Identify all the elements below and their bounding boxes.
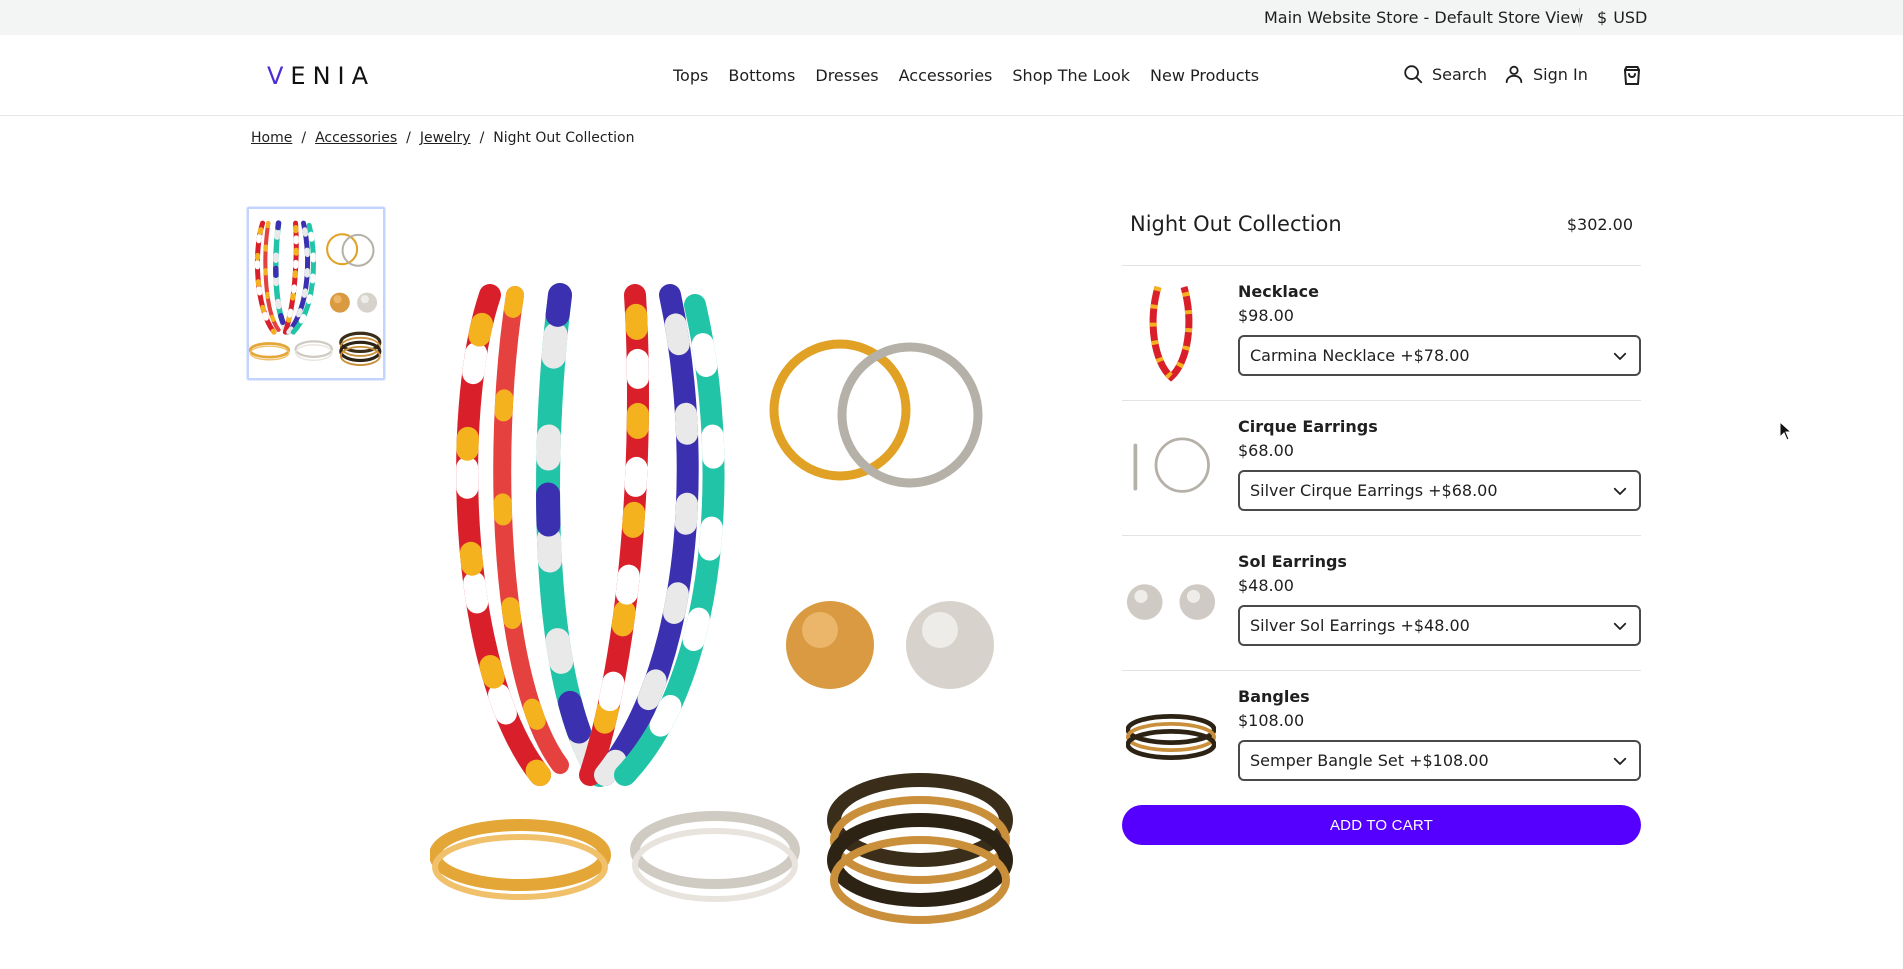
nav-item-dresses[interactable]: Dresses <box>815 66 878 85</box>
chevron-down-icon <box>1613 487 1627 495</box>
site-header: VENIA Tops Bottoms Dresses Accessories S… <box>0 35 1903 116</box>
currency-code: USD <box>1613 8 1648 27</box>
item-price: $108.00 <box>1238 711 1305 730</box>
chevron-down-icon <box>1613 622 1627 630</box>
breadcrumb-accessories[interactable]: Accessories <box>315 130 397 146</box>
nav-item-accessories[interactable]: Accessories <box>899 66 993 85</box>
nav-item-bottoms[interactable]: Bottoms <box>728 66 795 85</box>
breadcrumb-separator: / <box>301 130 307 146</box>
item-name: Cirque Earrings <box>1238 417 1378 436</box>
cirque-earrings-image <box>1126 417 1216 517</box>
cart-button[interactable] <box>1620 63 1644 91</box>
sol-earrings-option-select[interactable]: Silver Sol Earrings +$48.00 <box>1238 605 1641 646</box>
thumbnail-image <box>249 209 383 378</box>
venia-logo[interactable]: VENIA <box>267 62 375 90</box>
breadcrumb-separator: / <box>479 130 485 146</box>
search-icon <box>1404 65 1423 84</box>
bundle-item-cirque-earrings: Cirque Earrings $68.00 Silver Cirque Ear… <box>1122 401 1641 536</box>
nav-item-new-products[interactable]: New Products <box>1150 66 1259 85</box>
item-name: Necklace <box>1238 282 1319 301</box>
item-name: Bangles <box>1238 687 1310 706</box>
product-thumbnail[interactable] <box>247 207 385 380</box>
item-name: Sol Earrings <box>1238 552 1347 571</box>
bundle-item-necklace: Necklace $98.00 Carmina Necklace +$78.00 <box>1122 266 1641 401</box>
divider <box>1579 8 1580 27</box>
breadcrumb-separator: / <box>406 130 411 146</box>
add-to-cart-button[interactable]: ADD TO CART <box>1122 805 1641 845</box>
chevron-down-icon <box>1613 757 1627 765</box>
utility-bar: Main Website Store - Default Store View … <box>0 0 1903 35</box>
product-price: $302.00 <box>1566 215 1633 234</box>
bangles-option-select[interactable]: Semper Bangle Set +$108.00 <box>1238 740 1641 781</box>
sol-earrings-image <box>1126 552 1216 652</box>
bundle-item-sol-earrings: Sol Earrings $48.00 Silver Sol Earrings … <box>1122 536 1641 671</box>
necklace-option-select[interactable]: Carmina Necklace +$78.00 <box>1238 335 1641 376</box>
chevron-down-icon <box>1613 352 1627 360</box>
bangles-image <box>1126 687 1216 787</box>
breadcrumb: Home / Accessories / Jewelry / Night Out… <box>251 130 634 146</box>
item-price: $48.00 <box>1238 576 1294 595</box>
cirque-earrings-option-select[interactable]: Silver Cirque Earrings +$68.00 <box>1238 470 1641 511</box>
main-navigation: Tops Bottoms Dresses Accessories Shop Th… <box>673 66 1259 85</box>
item-price: $98.00 <box>1238 306 1294 325</box>
select-value: Carmina Necklace +$78.00 <box>1250 346 1470 365</box>
bundle-item-bangles: Bangles $108.00 Semper Bangle Set +$108.… <box>1122 671 1641 806</box>
breadcrumb-home[interactable]: Home <box>251 130 292 146</box>
product-title: Night Out Collection <box>1130 212 1342 236</box>
necklace-image <box>1126 282 1216 382</box>
breadcrumb-jewelry[interactable]: Jewelry <box>420 130 471 146</box>
currency-symbol: $ <box>1597 8 1608 27</box>
item-price: $68.00 <box>1238 441 1294 460</box>
sign-in-button[interactable]: Sign In <box>1503 63 1588 85</box>
user-icon <box>1505 65 1523 84</box>
currency-switcher[interactable]: $ USD <box>1597 8 1647 27</box>
nav-item-shop-the-look[interactable]: Shop The Look <box>1012 66 1130 85</box>
store-switcher[interactable]: Main Website Store - Default Store View <box>1264 8 1583 27</box>
sign-in-label: Sign In <box>1533 64 1588 84</box>
select-value: Silver Sol Earrings +$48.00 <box>1250 616 1470 635</box>
select-value: Silver Cirque Earrings +$68.00 <box>1250 481 1498 500</box>
product-main-image <box>430 255 1020 955</box>
search-label: Search <box>1432 64 1487 84</box>
nav-item-tops[interactable]: Tops <box>673 66 708 85</box>
select-value: Semper Bangle Set +$108.00 <box>1250 751 1489 770</box>
shopping-bag-icon <box>1624 66 1640 85</box>
mouse-cursor-icon <box>1779 421 1793 441</box>
search-button[interactable]: Search <box>1402 63 1487 85</box>
breadcrumb-current: Night Out Collection <box>493 130 635 146</box>
